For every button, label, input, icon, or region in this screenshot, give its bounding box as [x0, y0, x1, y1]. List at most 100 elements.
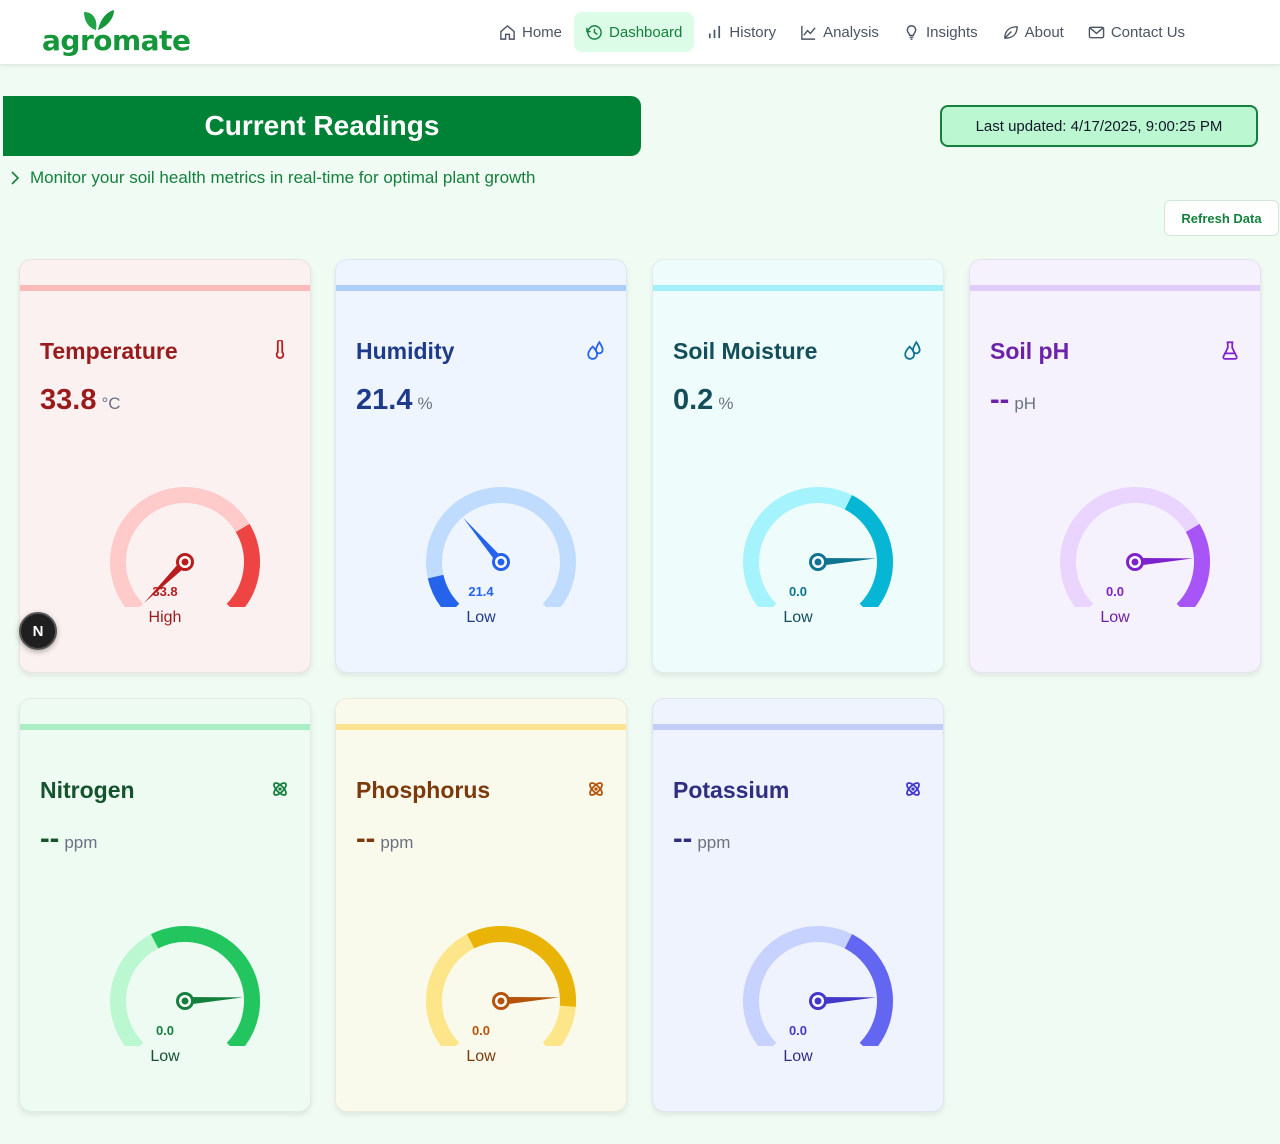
card-icon-wrap	[1220, 340, 1240, 365]
card-reading: -- ppm	[356, 823, 413, 856]
nav-item-label: Home	[522, 23, 563, 41]
card-reading: 33.8 °C	[40, 384, 121, 417]
page-title: Current Readings	[204, 110, 440, 141]
leaf-icon	[1003, 25, 1018, 39]
card-title: Soil pH	[990, 338, 1070, 364]
card-icon-wrap	[903, 779, 923, 804]
status-label: High	[148, 609, 182, 626]
card-title: Potassium	[673, 777, 790, 803]
nav-item-about[interactable]: About	[990, 12, 1076, 52]
reading-unit: %	[718, 394, 734, 413]
last-updated-badge: Last updated: 4/17/2025, 9:00:25 PM	[940, 105, 1258, 147]
status-label: Low	[150, 1048, 180, 1065]
card-icon-wrap	[586, 779, 606, 804]
atom-icon	[589, 782, 603, 796]
card-icon-wrap	[903, 340, 923, 365]
top-navbar: agromate Home Dashboard History Analysis Ins…	[0, 0, 1280, 64]
lightbulb-icon	[906, 24, 917, 40]
reading-unit: ppm	[64, 833, 98, 852]
agromate-logo[interactable]: agromate	[42, 8, 191, 58]
card-accent-bar	[336, 285, 626, 291]
card-reading: -- ppm	[673, 823, 730, 856]
page-subtitle: Monitor your soil health metrics in real…	[10, 168, 535, 188]
reading-value: 0.2	[673, 384, 714, 416]
dev-tools-badge[interactable]: N	[19, 612, 57, 650]
atom-icon	[273, 782, 287, 796]
gauge-fill	[466, 926, 576, 1007]
gauge-value-label: 0.0	[788, 1023, 808, 1038]
card-icon-wrap	[270, 339, 290, 365]
reading-value: --	[356, 823, 376, 855]
nav-item-contact-us[interactable]: Contact Us	[1076, 12, 1197, 52]
reading-unit: pH	[1014, 394, 1037, 413]
card-title: Humidity	[356, 338, 455, 364]
bar-chart-icon	[709, 25, 721, 38]
title-banner: Current Readings	[3, 96, 641, 156]
nav-item-home[interactable]: Home	[487, 12, 574, 52]
reading-unit: ppm	[697, 833, 731, 852]
logo-text: agromate	[42, 24, 191, 57]
reading-card-phosphorus: Phosphorus -- ppm 0.0 Low	[335, 698, 627, 1112]
status-label: Low	[466, 609, 496, 626]
home-icon	[500, 24, 515, 40]
subtitle-text: Monitor your soil health metrics in real…	[30, 168, 536, 187]
card-accent-bar	[653, 724, 943, 730]
gauge-value-label: 33.8	[152, 584, 178, 599]
gauge-value-label: 0.0	[788, 584, 808, 599]
thermometer-icon	[275, 339, 285, 359]
flask-icon	[1222, 341, 1238, 360]
reading-value: --	[673, 823, 693, 855]
reading-card-temperature: Temperature 33.8 °C 33.8 High	[19, 259, 311, 673]
nav-item-insights[interactable]: Insights	[891, 12, 990, 52]
reading-value: --	[40, 823, 60, 855]
nav-item-label: Insights	[925, 23, 978, 41]
nav-item-dashboard[interactable]: Dashboard	[574, 12, 695, 52]
card-title: Nitrogen	[40, 777, 135, 803]
reading-value: --	[990, 384, 1010, 416]
nav-item-label: Analysis	[823, 23, 879, 41]
reading-card-soil-moisture: Soil Moisture 0.2% 0.0 Low	[652, 259, 944, 673]
reading-card-soil-ph: Soil pH -- pH 0.0 Low	[969, 259, 1261, 673]
card-accent-bar	[336, 724, 626, 730]
card-reading: -- ppm	[40, 823, 97, 856]
nav-item-label: Contact Us	[1110, 23, 1186, 41]
reading-card-potassium: Potassium -- ppm 0.0 Low	[652, 698, 944, 1112]
card-reading: 0.2%	[673, 384, 733, 417]
line-chart-icon	[801, 25, 816, 40]
gauge-value-label: 0.0	[155, 1023, 175, 1038]
history-clock-icon	[586, 24, 602, 40]
gauge-value-label: 21.4	[468, 584, 494, 599]
card-icon-wrap	[586, 340, 606, 365]
nav-item-label: About	[1024, 23, 1064, 41]
reading-value: 33.8	[40, 384, 97, 416]
card-reading: -- pH	[990, 384, 1036, 417]
status-label: Low	[783, 1048, 813, 1065]
card-accent-bar	[20, 285, 310, 291]
nav-item-analysis[interactable]: Analysis	[788, 12, 891, 52]
card-accent-bar	[653, 285, 943, 291]
card-icon-wrap	[270, 779, 290, 804]
reading-unit: ppm	[380, 833, 414, 852]
status-label: Low	[1100, 609, 1130, 626]
atom-icon	[906, 782, 920, 796]
reading-card-nitrogen: Nitrogen -- ppm 0.0 Low	[19, 698, 311, 1112]
nav-item-label: History	[729, 23, 777, 41]
gauge-value-label: 0.0	[471, 1023, 491, 1038]
refresh-data-button[interactable]: Refresh Data	[1164, 200, 1279, 236]
reading-card-humidity: Humidity 21.4% 21.4 Low	[335, 259, 627, 673]
card-title: Soil Moisture	[673, 338, 818, 364]
card-title: Phosphorus	[356, 777, 491, 803]
card-accent-bar	[20, 724, 310, 730]
droplets-icon	[904, 340, 921, 360]
nav-menu: Home Dashboard History Analysis Insights Abou…	[487, 12, 1197, 52]
reading-value: 21.4	[356, 384, 413, 416]
gauge-value-label: 0.0	[1105, 584, 1125, 599]
nav-item-label: Dashboard	[609, 23, 683, 41]
mail-icon	[1088, 26, 1105, 38]
droplets-icon	[587, 340, 604, 360]
chevron-right-icon	[11, 171, 20, 185]
card-reading: 21.4%	[356, 384, 433, 417]
card-accent-bar	[970, 285, 1260, 291]
nav-item-history[interactable]: History	[694, 12, 788, 52]
status-label: Low	[466, 1048, 496, 1065]
